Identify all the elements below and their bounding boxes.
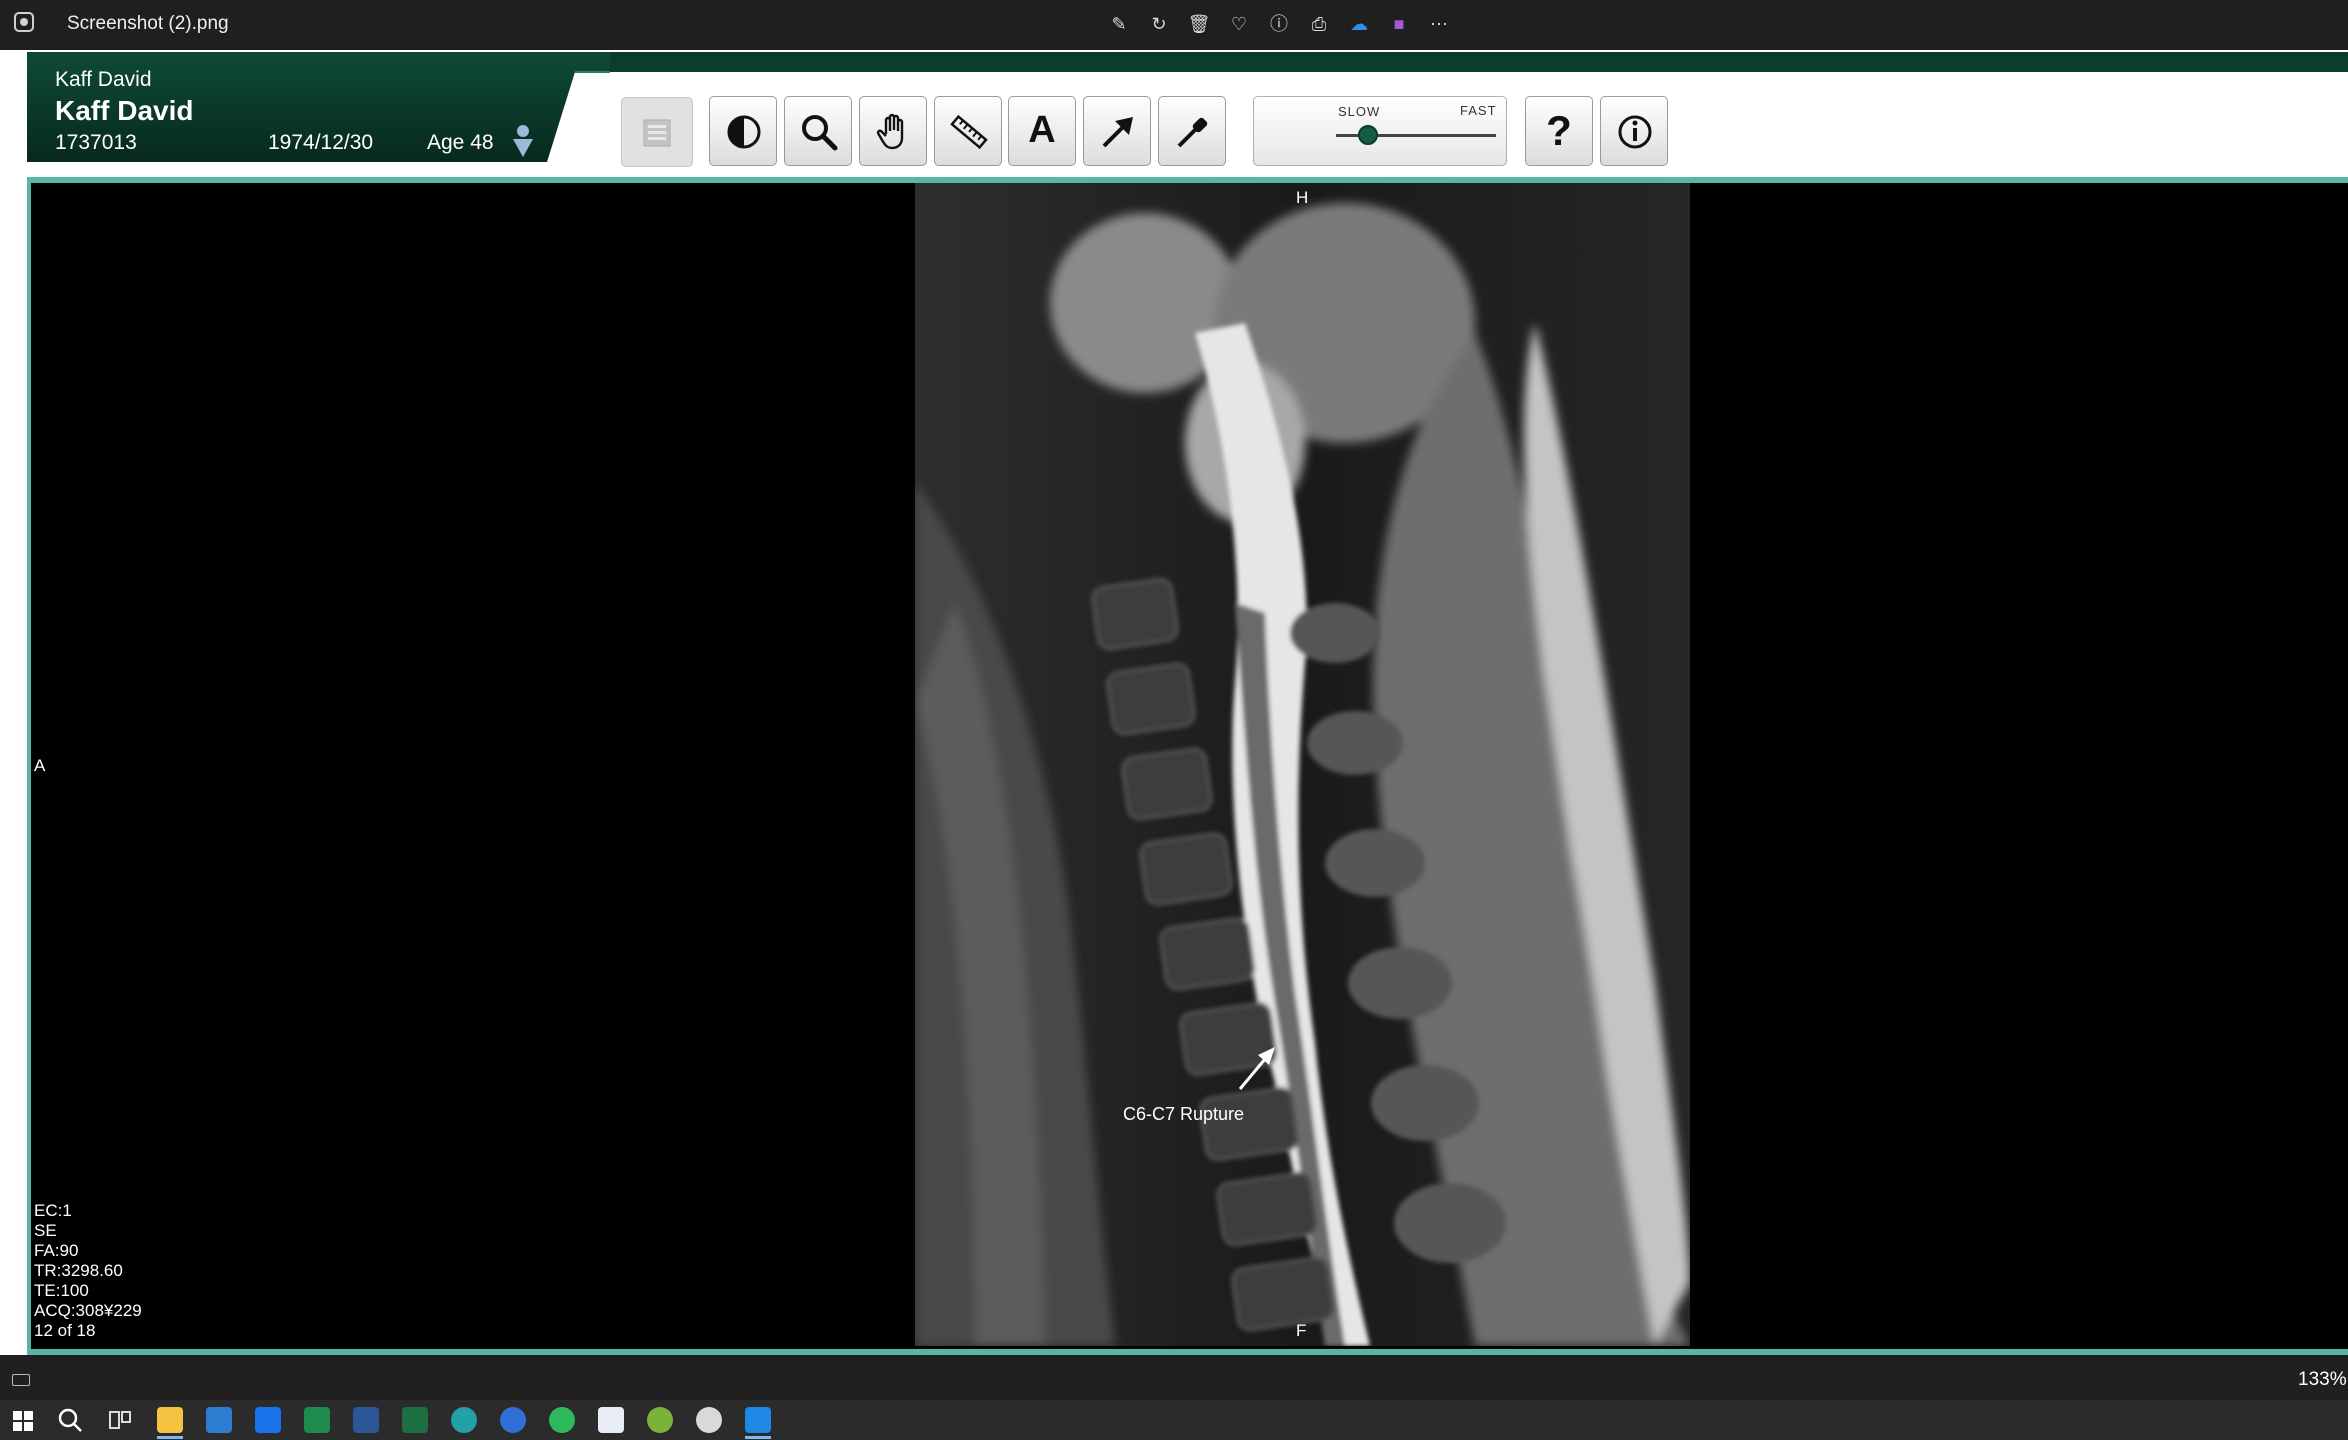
delete-icon[interactable]: 🗑 [1187,12,1211,36]
arrow-annotation-button[interactable] [1083,96,1151,166]
left-edge-panel [0,50,27,1355]
magnifier-icon [802,115,838,151]
task-view-icon[interactable] [107,1407,133,1433]
rotate-icon[interactable]: ↻ [1147,12,1171,36]
edit-icon[interactable]: ✎ [1107,12,1131,36]
photos-taskbar-icon[interactable] [745,1407,771,1433]
start-icon[interactable] [12,1410,34,1432]
orientation-bottom: F [1296,1321,1307,1340]
layout-button[interactable] [621,97,693,167]
photos-app-icon [14,12,34,32]
image-frame-bottom [27,1349,2348,1355]
speed-slider-thumb[interactable] [1358,125,1378,145]
te-label: TE:100 [34,1281,89,1300]
excel-icon[interactable] [402,1407,428,1433]
eyedropper-tool-button[interactable] [1158,96,1226,166]
zoom-tool-button[interactable] [784,96,852,166]
print-icon[interactable]: ⎙ [1307,12,1331,36]
more-options-icon[interactable]: ⋯ [1427,12,1451,36]
hand-icon [876,113,904,150]
slice-counter: 12 of 18 [34,1321,96,1340]
active-indicator [157,1436,183,1439]
onedrive-icon[interactable]: ☁ [1347,12,1371,36]
annotation-label[interactable]: C6-C7 Rupture [1123,1104,1244,1125]
speed-fast-label: FAST [1460,103,1497,118]
male-sex-icon [510,124,536,158]
network-app-icon[interactable] [647,1407,673,1433]
pan-tool-button[interactable] [859,96,927,166]
search-icon[interactable] [57,1407,83,1433]
mri-sagittal-image[interactable] [915,183,1690,1346]
text-annotation-button[interactable]: A [1008,96,1076,166]
measure-tool-button[interactable] [934,96,1002,166]
status-bar [0,1360,2348,1400]
active-indicator [745,1436,771,1439]
ruler-icon [950,114,988,150]
word-icon[interactable] [353,1407,379,1433]
display-icon[interactable] [12,1374,30,1386]
patient-dob: 1974/12/30 [268,131,374,154]
acquisition-label: ACQ:308¥229 [34,1301,142,1320]
help-icon: ? [1546,107,1572,154]
orientation-top: H [1296,188,1309,207]
edge-icon[interactable] [451,1407,477,1433]
contrast-tool-button[interactable] [709,96,777,166]
clipchamp-icon[interactable]: ■ [1387,12,1411,36]
flip-angle-label: FA:90 [34,1241,79,1260]
orientation-left: A [34,756,46,775]
window-title: Screenshot (2).png [67,13,229,34]
help-button[interactable]: ? [1525,96,1593,166]
document-app-icon[interactable] [598,1407,624,1433]
about-button[interactable] [1600,96,1668,166]
sequence-label: SE [34,1221,57,1240]
echo-label: EC:1 [34,1201,72,1220]
speed-slow-label: SLOW [1338,104,1381,119]
mail-icon[interactable] [255,1407,281,1433]
patient-id: 1737013 [55,131,137,154]
patient-name: Kaff David [55,95,194,126]
text-tool-icon: A [1028,109,1056,151]
info-circle-icon [1618,115,1652,149]
file-explorer-icon[interactable] [157,1407,183,1433]
patient-age: Age 48 [427,131,494,154]
patient-first-line: Kaff David [55,68,152,91]
favorite-icon[interactable]: ♡ [1227,12,1251,36]
chat-icon[interactable] [549,1407,575,1433]
contrast-icon [727,115,761,149]
zoom-level[interactable]: 133% [2298,1369,2347,1391]
dicom-info-overlay: EC:1 SE FA:90 TR:3298.60 TE:100 ACQ:308¥… [34,1201,142,1341]
remote-desktop-icon[interactable] [500,1407,526,1433]
tr-label: TR:3298.60 [34,1261,123,1280]
store-icon[interactable] [206,1407,232,1433]
title-bar [0,0,2348,50]
settings-icon[interactable] [696,1407,722,1433]
arrow-icon [1102,117,1133,148]
app-icon-green[interactable] [304,1407,330,1433]
info-icon[interactable]: ⓘ [1267,12,1291,36]
eyedropper-icon [1177,117,1208,148]
